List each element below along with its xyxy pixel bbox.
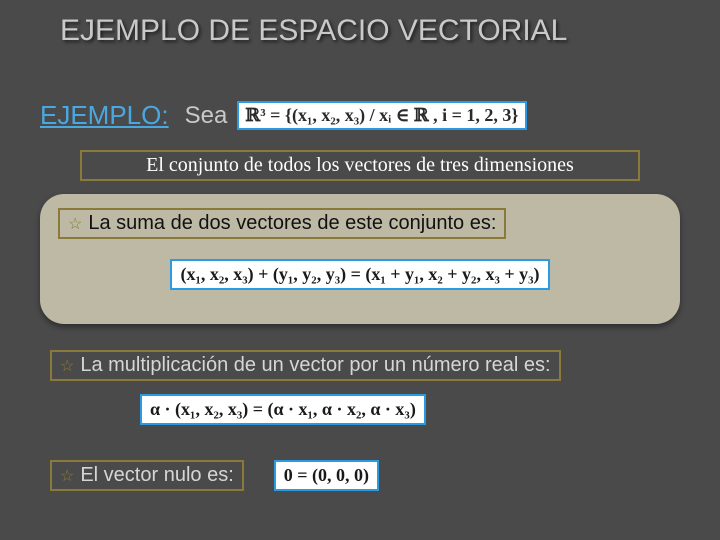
scalar-formula-wrap: α · (x₁, x₂, x₃) = (α · x₁, α · x₂, α · …: [140, 394, 426, 425]
bullet-sum-text: La suma de dos vectores de este conjunto…: [88, 212, 496, 235]
r3-description: El conjunto de todos los vectores de tre…: [80, 150, 640, 181]
sum-formula-wrap: (x₁, x₂, x₃) + (y₁, y₂, y₃) = (x₁ + y₁, …: [58, 259, 662, 290]
bullet-scalar-text: La multiplicación de un vector por un nú…: [80, 354, 550, 377]
zero-row: ☆ El vector nulo es: 0 = (0, 0, 0): [50, 460, 379, 491]
bullet-zero: ☆ El vector nulo es:: [50, 460, 244, 491]
slide-title: EJEMPLO DE ESPACIO VECTORIAL: [60, 14, 567, 48]
r3-definition-formula: ℝ³ = {(x₁, x₂, x₃) / xᵢ ∈ ℝ , i = 1, 2, …: [237, 101, 526, 130]
example-header-row: EJEMPLO: Sea ℝ³ = {(x₁, x₂, x₃) / xᵢ ∈ ℝ…: [40, 100, 527, 131]
sum-panel: ☆ La suma de dos vectores de este conjun…: [40, 194, 680, 324]
bullet-zero-text: El vector nulo es:: [80, 464, 233, 487]
star-icon: ☆: [60, 356, 74, 376]
sea-text: Sea: [185, 102, 228, 130]
scalar-row: ☆ La multiplicación de un vector por un …: [50, 350, 561, 381]
star-icon: ☆: [60, 466, 74, 486]
bullet-scalar: ☆ La multiplicación de un vector por un …: [50, 350, 561, 381]
example-label: EJEMPLO:: [40, 100, 169, 131]
bullet-sum: ☆ La suma de dos vectores de este conjun…: [58, 208, 506, 239]
zero-formula: 0 = (0, 0, 0): [274, 460, 379, 491]
sum-formula: (x₁, x₂, x₃) + (y₁, y₂, y₃) = (x₁ + y₁, …: [170, 259, 549, 290]
scalar-formula: α · (x₁, x₂, x₃) = (α · x₁, α · x₂, α · …: [140, 394, 426, 425]
star-icon: ☆: [68, 214, 82, 234]
